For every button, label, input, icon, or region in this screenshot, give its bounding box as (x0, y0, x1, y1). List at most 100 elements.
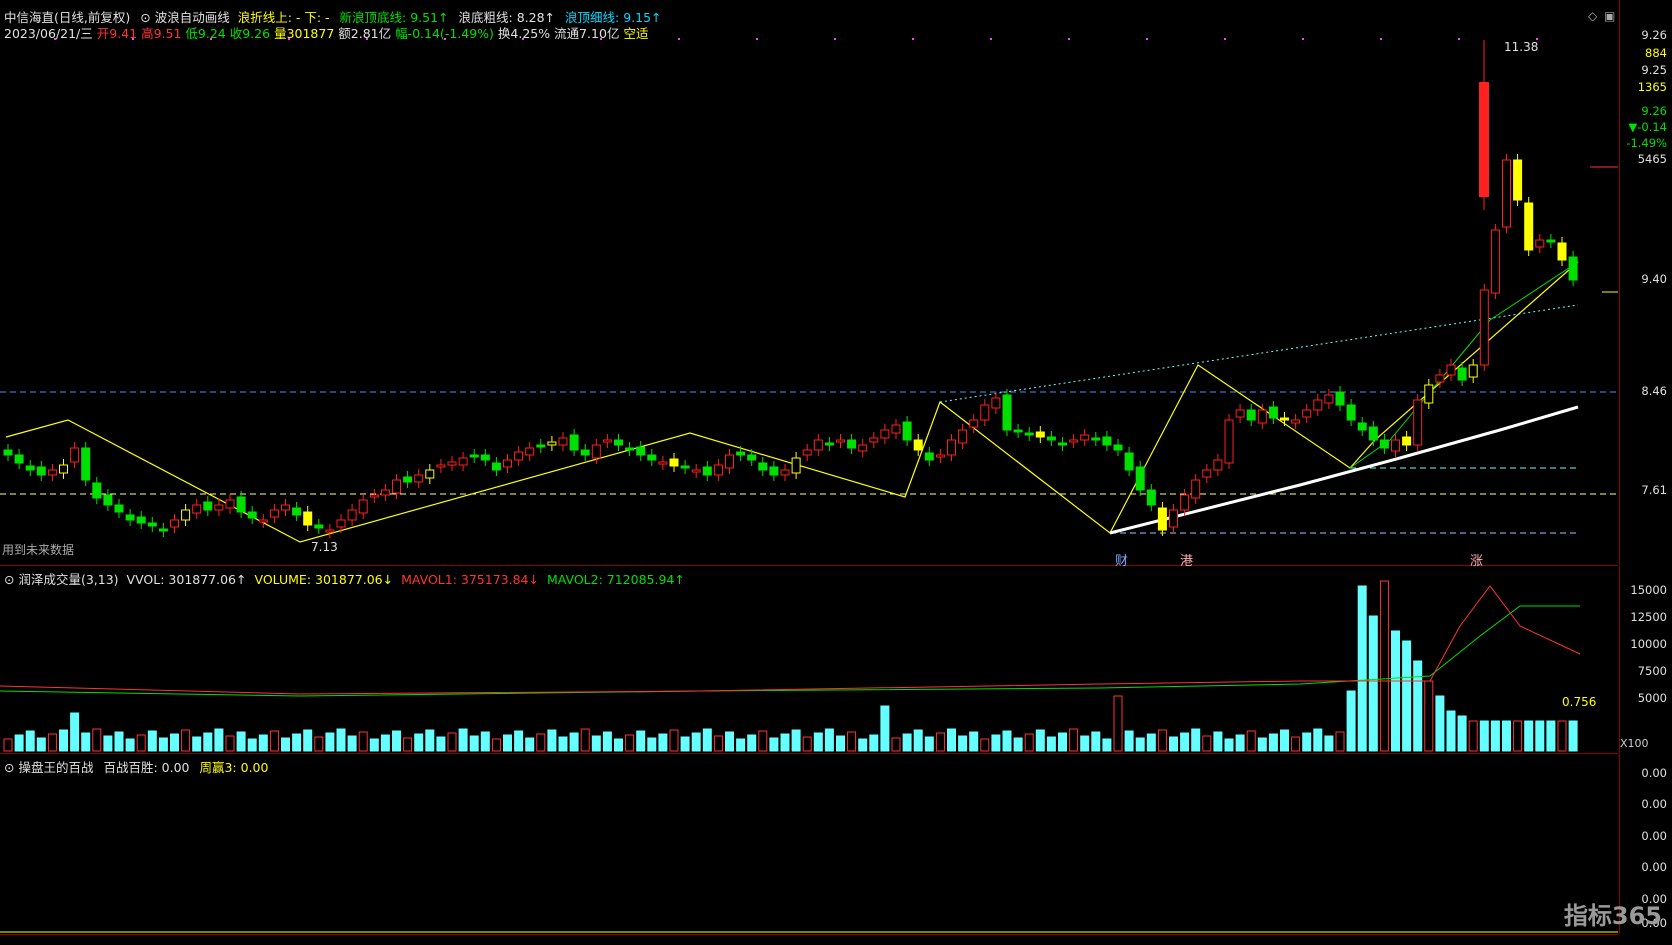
volume-bar (824, 728, 834, 752)
volume-bar (92, 728, 102, 752)
candle-body (392, 479, 401, 494)
volume-bar (1379, 580, 1389, 752)
volume-bar (1424, 680, 1434, 752)
candle-body (958, 429, 968, 444)
candle-body (1302, 409, 1312, 418)
candle-body (192, 504, 202, 514)
candle-body (935, 454, 945, 458)
candle-body (1113, 444, 1123, 451)
candle-body (1124, 452, 1134, 471)
signal-dot (600, 38, 602, 40)
volume-bar (869, 734, 879, 752)
volume-bar (1135, 737, 1145, 752)
candle-body (214, 504, 224, 511)
volume-bar (503, 734, 512, 752)
volume-bar (625, 734, 635, 752)
candle-body (258, 519, 268, 523)
candle-body (891, 424, 901, 434)
candle-body (702, 466, 712, 476)
candle-body (1291, 419, 1301, 424)
volume-bar (136, 734, 146, 752)
candle-body (1435, 374, 1445, 383)
volume-bar (680, 736, 690, 752)
volume-bar (858, 738, 868, 752)
candle-body (880, 429, 890, 439)
candle-body (269, 509, 279, 518)
volume-chart[interactable]: 0.756 (0, 566, 1618, 753)
candle-body (414, 474, 424, 483)
volume-pane[interactable]: ⊙ 润泽成交量(3,13) VVOL: 301877.06↑ VOLUME: 3… (0, 566, 1618, 754)
candle-body (1146, 489, 1156, 506)
candle-body (1468, 364, 1478, 378)
candle-body (813, 439, 823, 451)
volume-bar (269, 730, 279, 752)
candle-body (480, 454, 490, 461)
volume-bar (281, 737, 290, 752)
candle-body (1224, 419, 1234, 464)
volume-bar (669, 729, 679, 752)
volume-bar (636, 730, 646, 752)
volume-bar (569, 732, 579, 752)
volume-bar (691, 732, 701, 752)
candle-body (1535, 239, 1545, 248)
volume-bar (1490, 720, 1500, 752)
peak-price-label: 11.38 (1504, 40, 1538, 54)
candle-body (14, 454, 24, 464)
volume-bar (458, 728, 468, 752)
candle-body (1324, 394, 1334, 404)
signal-dot (912, 38, 914, 40)
main-chart-pane[interactable]: 中信海直(日线,前复权) ⊙ 波浪自动画线 浪折线上: - 下: - 新浪顶底线… (0, 0, 1618, 569)
candle-body (858, 444, 868, 452)
candle-body (969, 419, 979, 428)
volume-bar (1113, 695, 1123, 752)
candle-body (70, 447, 80, 463)
volume-bar (558, 736, 568, 752)
mavol2-line (0, 605, 1580, 697)
candle-body (736, 451, 746, 456)
candle-body (281, 504, 290, 511)
volume-bar (1513, 720, 1523, 752)
volume-bar (1191, 728, 1201, 752)
volume-bar (614, 738, 623, 752)
volume-bar (3, 738, 13, 752)
volume-bar (780, 733, 790, 752)
candle-body (236, 496, 246, 513)
volume-bar (181, 729, 191, 752)
volume-bar (70, 712, 80, 752)
volume-bar (935, 732, 945, 752)
candle-body (103, 494, 113, 506)
axis-change: ▼-0.14 (1628, 120, 1667, 134)
volume-bar (1457, 715, 1467, 752)
volume-bar (147, 730, 157, 752)
indicator-pane[interactable]: ⊙ 操盘王的百战 百战百胜: 0.00 周赢3: 0.00 (0, 754, 1618, 935)
candle-body (636, 446, 646, 456)
ind-axis-4: 0.00 (1641, 860, 1667, 874)
candle-body (1346, 404, 1356, 421)
signal-dot (1380, 38, 1382, 40)
volume-bar (1402, 640, 1412, 752)
candle-body (1502, 159, 1511, 228)
ind-axis-2: 0.00 (1641, 797, 1667, 811)
volume-bar (1202, 735, 1212, 752)
volume-bar (1479, 720, 1489, 752)
volume-bar (203, 732, 213, 752)
volume-bar (14, 734, 24, 752)
candle-body (347, 509, 357, 521)
candle-body (81, 447, 91, 481)
candlestick-chart[interactable]: 11.38 7.13 (0, 0, 1618, 565)
signal-dot (210, 38, 212, 40)
candle-body (1268, 406, 1278, 419)
signal-dot (1458, 38, 1460, 40)
candle-body (669, 458, 679, 467)
price-axis[interactable]: 9.26 884 9.25 1365 9.26 ▼-0.14 -1.49% 54… (1619, 0, 1672, 565)
candle-body (691, 469, 701, 473)
vol-axis-15000: 15000 (1630, 583, 1667, 597)
volume-bar (747, 734, 757, 752)
candle-body (1058, 442, 1067, 446)
candle-body (713, 464, 723, 476)
volume-bar (447, 732, 457, 752)
volume-axis[interactable]: 15000 12500 10000 7500 5000 X100 (1619, 566, 1672, 753)
volume-bar (1013, 737, 1023, 752)
volume-bar (1235, 734, 1245, 752)
peak-candle (1479, 82, 1489, 197)
